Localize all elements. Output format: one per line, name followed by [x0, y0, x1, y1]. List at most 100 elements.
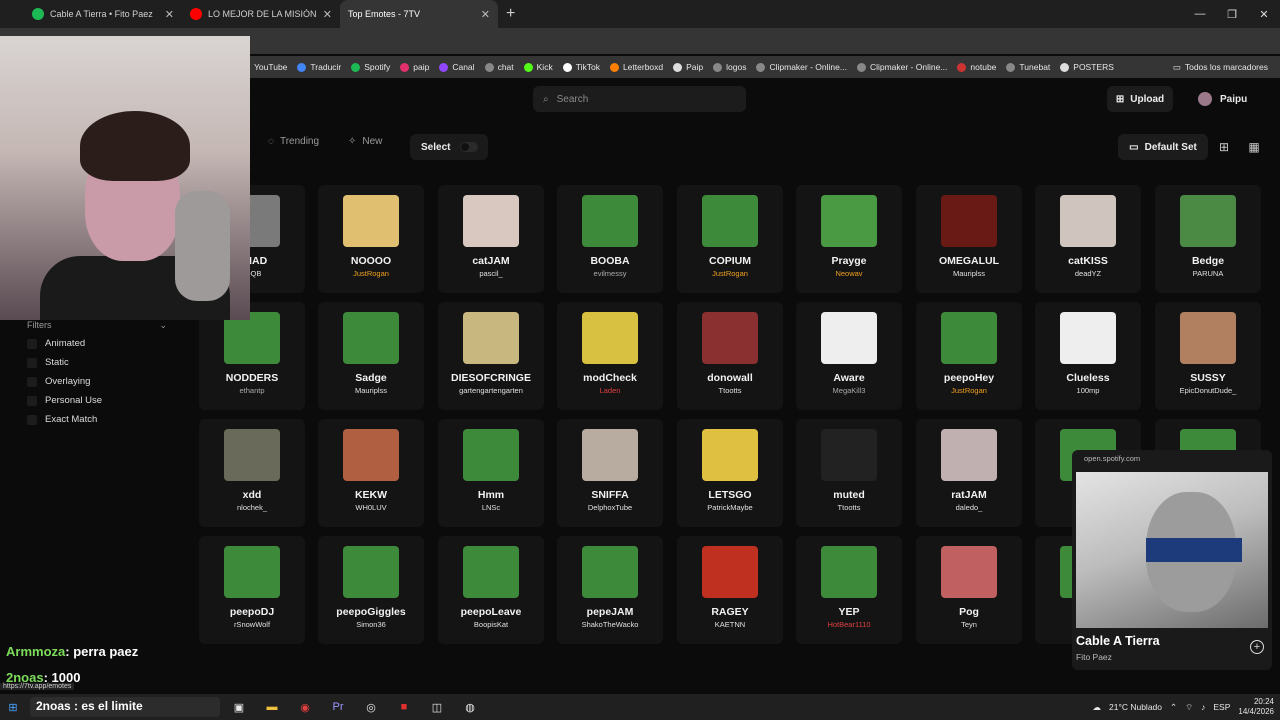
- restore-icon[interactable]: ❐: [1216, 0, 1248, 28]
- emote-card[interactable]: SUSSY EpicDonutDude_: [1155, 302, 1261, 410]
- large-grid-icon[interactable]: ⊞: [1212, 134, 1236, 160]
- emote-card[interactable]: COPIUM JustRogan: [677, 185, 783, 293]
- emote-card[interactable]: Pog Teyn: [916, 536, 1022, 644]
- tray-up-icon[interactable]: ⌃: [1170, 702, 1177, 713]
- emote-author[interactable]: MegaKill3: [796, 386, 902, 395]
- emote-author[interactable]: PARUNA: [1155, 269, 1261, 278]
- app-red-icon[interactable]: ■: [391, 694, 417, 720]
- spotify-miniplayer[interactable]: open.spotify.com Cable A Tierra Fito Pae…: [1072, 450, 1272, 670]
- tab-trending[interactable]: ◌ Trending: [268, 136, 319, 147]
- close-window-icon[interactable]: ✕: [1248, 0, 1280, 28]
- volume-icon[interactable]: ♪: [1201, 702, 1205, 712]
- app-icon[interactable]: ◫: [424, 694, 450, 720]
- upload-button[interactable]: ⊞ Upload: [1107, 86, 1173, 112]
- emote-card[interactable]: BOOBA evilmessy: [557, 185, 663, 293]
- emote-author[interactable]: daledo_: [916, 503, 1022, 512]
- chrome-icon[interactable]: ◉: [292, 694, 318, 720]
- network-icon[interactable]: ⌔: [1185, 702, 1193, 713]
- bookmark-item[interactable]: YouTube: [254, 62, 287, 72]
- emote-author[interactable]: DelphoxTube: [557, 503, 663, 512]
- small-grid-icon[interactable]: ▦: [1242, 134, 1266, 160]
- emote-author[interactable]: Simon36: [318, 620, 424, 629]
- tab-7tv[interactable]: Top Emotes - 7TV ✕: [340, 0, 498, 28]
- bookmark-item[interactable]: Letterboxd: [609, 62, 663, 72]
- emote-author[interactable]: ShakoTheWacko: [557, 620, 663, 629]
- emote-author[interactable]: EpicDonutDude_: [1155, 386, 1261, 395]
- filters-header[interactable]: Filters ⌄: [27, 320, 167, 331]
- emote-card[interactable]: peepoDJ rSnowWolf: [199, 536, 305, 644]
- emote-author[interactable]: 100mp: [1035, 386, 1141, 395]
- emote-card[interactable]: KEKW WH0LUV: [318, 419, 424, 527]
- emote-card[interactable]: peepoLeave BoopisKat: [438, 536, 544, 644]
- emote-author[interactable]: JustRogan: [916, 386, 1022, 395]
- checkbox[interactable]: [27, 376, 37, 387]
- emote-author[interactable]: PatrickMaybe: [677, 503, 783, 512]
- checkbox[interactable]: [27, 357, 37, 368]
- bookmark-item[interactable]: POSTERS: [1060, 62, 1114, 72]
- checkbox[interactable]: [27, 395, 37, 406]
- emote-author[interactable]: BoopisKat: [438, 620, 544, 629]
- bookmark-item[interactable]: chat: [484, 62, 514, 72]
- bookmark-item[interactable]: TikTok: [562, 62, 600, 72]
- bookmark-item[interactable]: Clipmaker - Online...: [756, 62, 847, 72]
- emote-card[interactable]: RAGEY KAETNN: [677, 536, 783, 644]
- bookmark-item[interactable]: Kick: [523, 62, 553, 72]
- filter-overlaying[interactable]: Overlaying: [27, 376, 90, 387]
- emote-card[interactable]: Prayge Neowav: [796, 185, 902, 293]
- minimize-icon[interactable]: —: [1184, 0, 1216, 28]
- emote-card[interactable]: ratJAM daledo_: [916, 419, 1022, 527]
- checkbox[interactable]: [27, 338, 37, 349]
- emote-card[interactable]: Clueless 100mp: [1035, 302, 1141, 410]
- emote-card[interactable]: peepoGiggles Simon36: [318, 536, 424, 644]
- user-menu[interactable]: Paipu: [1198, 86, 1247, 112]
- emote-card[interactable]: catKISS deadYZ: [1035, 185, 1141, 293]
- emote-card[interactable]: catJAM pascil_: [438, 185, 544, 293]
- emote-author[interactable]: pascil_: [438, 269, 544, 278]
- premiere-icon[interactable]: Pr: [325, 694, 351, 720]
- emote-author[interactable]: JustRogan: [677, 269, 783, 278]
- emote-author[interactable]: Teyn: [916, 620, 1022, 629]
- emote-author[interactable]: rSnowWolf: [199, 620, 305, 629]
- emote-author[interactable]: nlochek_: [199, 503, 305, 512]
- emote-author[interactable]: Mauriplss: [318, 386, 424, 395]
- close-tab-icon[interactable]: ✕: [481, 8, 490, 21]
- emote-author[interactable]: deadYZ: [1035, 269, 1141, 278]
- emote-author[interactable]: Neowav: [796, 269, 902, 278]
- file-explorer-icon[interactable]: ▬: [259, 694, 285, 720]
- taskbar-search[interactable]: 2noas : es el limite: [30, 697, 220, 717]
- emote-card[interactable]: pepeJAM ShakoTheWacko: [557, 536, 663, 644]
- emote-card[interactable]: donowall Ttootts: [677, 302, 783, 410]
- all-bookmarks[interactable]: ▭ Todos los marcadores: [1173, 56, 1268, 78]
- emote-card[interactable]: modCheck Laden: [557, 302, 663, 410]
- bookmark-item[interactable]: paip: [400, 62, 429, 72]
- plus-icon[interactable]: +: [506, 5, 515, 23]
- default-set-button[interactable]: ▭ Default Set: [1118, 134, 1208, 160]
- emote-card[interactable]: YEP HotBear1110: [796, 536, 902, 644]
- emote-card[interactable]: NOOOO JustRogan: [318, 185, 424, 293]
- filter-personal-use[interactable]: Personal Use: [27, 395, 102, 406]
- bookmark-item[interactable]: notube: [957, 62, 996, 72]
- add-icon[interactable]: +: [1250, 640, 1264, 654]
- clock[interactable]: 20:24 14/4/2026: [1238, 697, 1274, 717]
- windows-start-icon[interactable]: ⊞: [0, 694, 26, 720]
- tab-youtube[interactable]: LO MEJOR DE LA MISIÓN A LA ✕: [182, 0, 340, 28]
- bookmark-item[interactable]: Traducir: [297, 62, 341, 72]
- search-input[interactable]: ⌕ Search: [533, 86, 746, 112]
- bookmark-item[interactable]: Paip: [673, 62, 703, 72]
- emote-author[interactable]: evilmessy: [557, 269, 663, 278]
- emote-author[interactable]: Laden: [557, 386, 663, 395]
- emote-card[interactable]: LETSGO PatrickMaybe: [677, 419, 783, 527]
- emote-card[interactable]: Aware MegaKill3: [796, 302, 902, 410]
- emote-card[interactable]: xdd nlochek_: [199, 419, 305, 527]
- emote-author[interactable]: KAETNN: [677, 620, 783, 629]
- emote-card[interactable]: muted Ttootts: [796, 419, 902, 527]
- emote-card[interactable]: DIESOFCRINGE gartengartengarten: [438, 302, 544, 410]
- emote-author[interactable]: ethantp: [199, 386, 305, 395]
- tab-spotify[interactable]: Cable A Tierra • Fito Paez ✕: [24, 0, 182, 28]
- emote-author[interactable]: JustRogan: [318, 269, 424, 278]
- emote-author[interactable]: Ttootts: [677, 386, 783, 395]
- select-toggle[interactable]: Select: [410, 134, 488, 160]
- emote-author[interactable]: Mauriplss: [916, 269, 1022, 278]
- obs-icon[interactable]: ◎: [358, 694, 384, 720]
- task-view-icon[interactable]: ▣: [226, 694, 252, 720]
